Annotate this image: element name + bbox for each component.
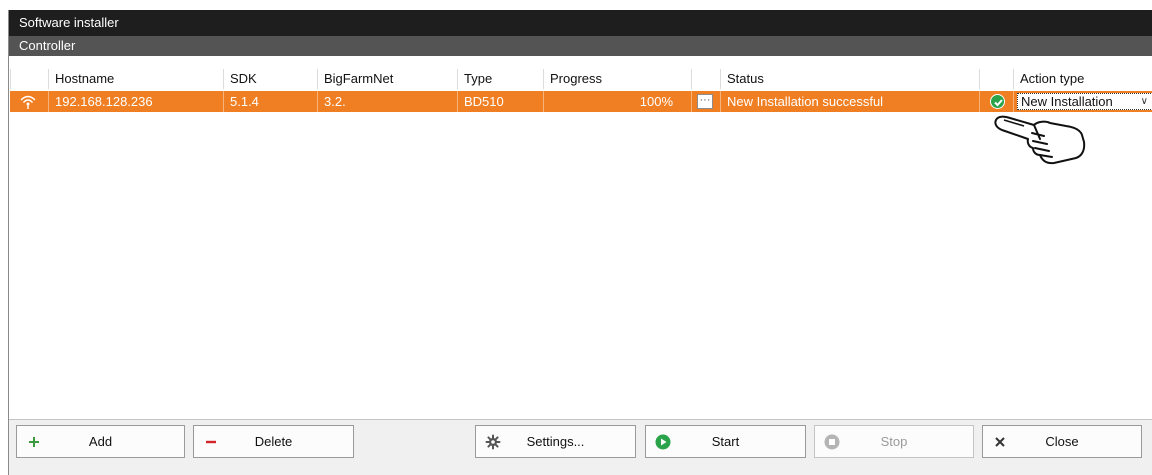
window-title: Software installer xyxy=(9,10,1152,36)
header-status-icon xyxy=(979,69,1013,89)
header-status[interactable]: Status xyxy=(720,69,979,89)
details-cell: ··· xyxy=(691,91,720,112)
close-button[interactable]: Close xyxy=(982,425,1142,458)
details-button[interactable]: ··· xyxy=(697,94,713,109)
header-bigfarmnet[interactable]: BigFarmNet xyxy=(317,69,457,89)
pointing-hand-icon xyxy=(994,115,1086,165)
header-connection xyxy=(10,69,48,89)
progress-cell: 100% xyxy=(543,91,691,112)
bigfarmnet-cell: 3.2. xyxy=(317,91,457,112)
header-action-type[interactable]: Action type xyxy=(1013,69,1152,89)
stop-button[interactable]: Stop xyxy=(814,425,974,458)
status-cell: New Installation successful xyxy=(720,91,979,112)
start-button[interactable]: Start xyxy=(645,425,806,458)
software-installer-window: Software installer Controller Hostname S… xyxy=(8,10,1152,475)
header-details xyxy=(691,69,720,89)
action-type-value: New Installation xyxy=(1021,94,1113,109)
header-progress[interactable]: Progress xyxy=(543,69,691,89)
connection-cell xyxy=(10,91,48,112)
sdk-cell: 5.1.4 xyxy=(223,91,317,112)
controller-table: Hostname SDK BigFarmNet Type Progress St… xyxy=(9,56,1152,420)
progress-value: 100% xyxy=(639,94,673,109)
delete-button[interactable]: Delete xyxy=(193,425,354,458)
header-hostname[interactable]: Hostname xyxy=(48,69,223,89)
header-sdk[interactable]: SDK xyxy=(223,69,317,89)
settings-button[interactable]: Settings... xyxy=(475,425,636,458)
add-button[interactable]: Add xyxy=(16,425,185,458)
hostname-cell: 192.168.128.236 xyxy=(48,91,223,112)
type-cell: BD510 xyxy=(457,91,543,112)
check-circle-icon xyxy=(990,94,1005,109)
controller-group-header: Controller xyxy=(9,36,1152,56)
chevron-down-icon: ∨ xyxy=(1140,96,1148,107)
header-type[interactable]: Type xyxy=(457,69,543,89)
wifi-icon xyxy=(20,95,36,109)
